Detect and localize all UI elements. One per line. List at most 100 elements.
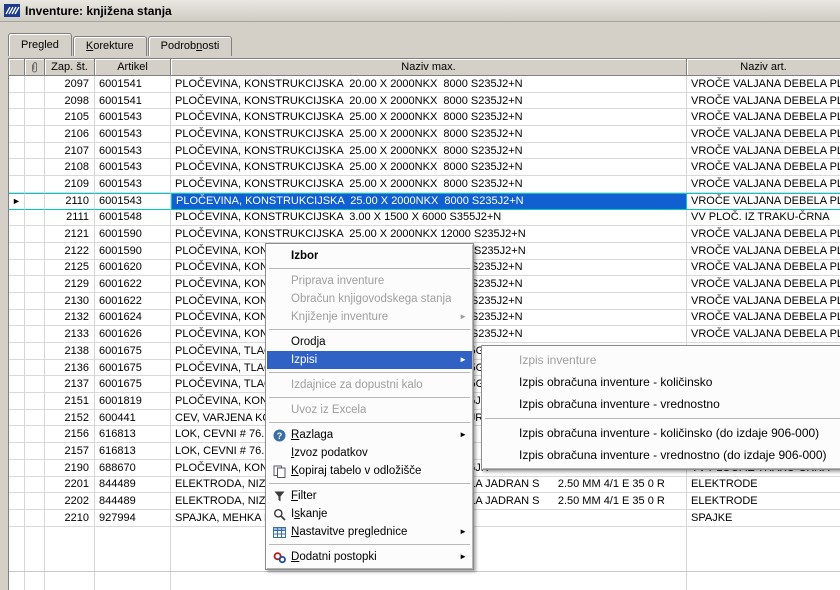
cell-naziv-max[interactable]: PLOČEVINA, KONSTRUKCIJSKA 25.00 X 2000NK… xyxy=(171,176,687,193)
row-marker-cell[interactable] xyxy=(9,209,25,227)
cell-zap-st[interactable]: 2111 xyxy=(45,209,95,227)
cell-artikel[interactable]: 6001543 xyxy=(95,126,171,143)
row-marker-cell[interactable] xyxy=(9,393,25,410)
tab-podrobnosti[interactable]: Podrobnosti xyxy=(147,36,233,56)
row-marker-cell[interactable] xyxy=(9,476,25,494)
table-row[interactable]: 2105 6001543 PLOČEVINA, KONSTRUKCIJSKA 25.… xyxy=(9,109,840,127)
cell-naziv-art[interactable]: VROČE VALJANA DEBELA PLO xyxy=(687,259,840,277)
table-row[interactable]: 2097 6001541 PLOČEVINA, KONSTRUKCIJSKA 20.… xyxy=(9,76,840,93)
cell-zap-st[interactable]: 2097 xyxy=(45,76,95,93)
cell-artikel[interactable]: 6001543 xyxy=(95,192,171,210)
cell-zap-st[interactable]: 2121 xyxy=(45,226,95,243)
attachment-cell[interactable] xyxy=(25,242,45,260)
cell-zap-st[interactable]: 2152 xyxy=(45,409,95,427)
cell-naziv-art[interactable]: ELEKTRODE xyxy=(687,493,840,510)
context-menu-item[interactable]: ? Razlaga ► xyxy=(267,426,472,444)
attachment-cell[interactable] xyxy=(25,176,45,193)
cell-naziv-max[interactable]: PLOČEVINA, KONSTRUKCIJSKA 25.00 X 2000NK… xyxy=(171,192,687,210)
cell-artikel[interactable]: 6001541 xyxy=(95,92,171,110)
attachment-cell[interactable] xyxy=(25,343,45,360)
cell-zap-st[interactable]: 2109 xyxy=(45,176,95,193)
cell-artikel[interactable]: 616813 xyxy=(95,426,171,444)
row-marker-cell[interactable] xyxy=(9,159,25,177)
attachment-cell[interactable] xyxy=(25,109,45,127)
attachment-cell[interactable] xyxy=(25,159,45,177)
table-row[interactable]: 2107 6001543 PLOČEVINA, KONSTRUKCIJSKA 25.… xyxy=(9,142,840,160)
table-row[interactable]: 2106 6001543 PLOČEVINA, KONSTRUKCIJSKA 25.… xyxy=(9,126,840,143)
row-marker-cell[interactable] xyxy=(9,443,25,460)
cell-artikel[interactable]: 6001543 xyxy=(95,142,171,160)
attachment-cell[interactable] xyxy=(25,393,45,410)
row-marker-cell[interactable] xyxy=(9,259,25,277)
cell-zap-st[interactable]: 2201 xyxy=(45,476,95,494)
cell-zap-st[interactable]: 2106 xyxy=(45,126,95,143)
paperclip-icon[interactable] xyxy=(25,59,45,76)
attachment-cell[interactable] xyxy=(25,493,45,510)
context-menu-item[interactable]: Kopiraj tabelo v odložišče xyxy=(267,462,472,480)
row-marker-cell[interactable] xyxy=(9,276,25,293)
cell-artikel[interactable]: 6001543 xyxy=(95,159,171,177)
header-naziv-max[interactable]: Naziv max. xyxy=(171,59,687,76)
cell-naziv-art[interactable]: ELEKTRODE xyxy=(687,476,840,494)
tab-pregled[interactable]: Pregled xyxy=(8,33,72,56)
cell-naziv-art[interactable]: VROČE VALJANA DEBELA PLO xyxy=(687,192,840,210)
cell-artikel[interactable]: 6001675 xyxy=(95,343,171,360)
row-marker-cell[interactable] xyxy=(9,459,25,477)
row-marker-cell[interactable] xyxy=(9,126,25,143)
cell-artikel[interactable]: 688670 xyxy=(95,459,171,477)
cell-artikel[interactable]: 6001543 xyxy=(95,176,171,193)
context-menu-item[interactable]: Izbor xyxy=(267,247,472,265)
cell-zap-st[interactable]: 2202 xyxy=(45,493,95,510)
row-marker-cell[interactable] xyxy=(9,426,25,444)
cell-naziv-max[interactable]: PLOČEVINA, KONSTRUKCIJSKA 3.00 X 1500 X … xyxy=(171,209,687,227)
attachment-cell[interactable] xyxy=(25,276,45,293)
cell-naziv-art[interactable]: VROČE VALJANA DEBELA PLO xyxy=(687,242,840,260)
cell-artikel[interactable]: 927994 xyxy=(95,509,171,527)
cell-naziv-max[interactable]: PLOČEVINA, KONSTRUKCIJSKA 25.00 X 2000NK… xyxy=(171,159,687,177)
attachment-cell[interactable] xyxy=(25,376,45,394)
cell-artikel[interactable]: 600441 xyxy=(95,409,171,427)
cell-zap-st[interactable]: 2107 xyxy=(45,142,95,160)
row-marker-cell[interactable] xyxy=(9,309,25,327)
context-menu-item[interactable]: Izpisi ► xyxy=(267,351,472,369)
cell-zap-st[interactable]: 2122 xyxy=(45,242,95,260)
row-marker-cell[interactable] xyxy=(9,343,25,360)
row-marker-cell[interactable] xyxy=(9,226,25,243)
cell-naziv-max[interactable]: PLOČEVINA, KONSTRUKCIJSKA 20.00 X 2000NK… xyxy=(171,76,687,93)
cell-naziv-max[interactable]: PLOČEVINA, KONSTRUKCIJSKA 25.00 X 2000NK… xyxy=(171,109,687,127)
attachment-cell[interactable] xyxy=(25,76,45,93)
cell-naziv-art[interactable]: VROČE VALJANA DEBELA PLO xyxy=(687,76,840,93)
cell-zap-st[interactable]: 2210 xyxy=(45,509,95,527)
cell-naziv-art[interactable]: VV PLOČ. IZ TRAKU-ČRNA xyxy=(687,209,840,227)
cell-zap-st[interactable]: 2157 xyxy=(45,443,95,460)
cell-naziv-art[interactable]: VROČE VALJANA DEBELA PLO xyxy=(687,109,840,127)
cell-artikel[interactable]: 6001590 xyxy=(95,242,171,260)
context-menu-item[interactable]: Iskanje xyxy=(267,505,472,523)
cell-naziv-art[interactable]: SPAJKE xyxy=(687,509,840,527)
cell-zap-st[interactable]: 2151 xyxy=(45,393,95,410)
cell-zap-st[interactable]: 2105 xyxy=(45,109,95,127)
attachment-cell[interactable] xyxy=(25,359,45,377)
table-row[interactable]: 2108 6001543 PLOČEVINA, KONSTRUKCIJSKA 25.… xyxy=(9,159,840,177)
attachment-cell[interactable] xyxy=(25,292,45,310)
context-menu-item[interactable]: Nastavitve preglednice ► xyxy=(267,523,472,541)
table-row[interactable]: 2109 6001543 PLOČEVINA, KONSTRUKCIJSKA 25.… xyxy=(9,176,840,193)
izpisi-submenu-item[interactable]: Izpis obračuna inventure - količinsko (d… xyxy=(483,422,840,444)
cell-naziv-art[interactable]: VROČE VALJANA DEBELA PLO xyxy=(687,142,840,160)
attachment-cell[interactable] xyxy=(25,209,45,227)
cell-naziv-art[interactable]: VROČE VALJANA DEBELA PLO xyxy=(687,126,840,143)
izpisi-submenu-item[interactable]: Izpis obračuna inventure - vrednostno xyxy=(483,393,840,415)
attachment-cell[interactable] xyxy=(25,509,45,527)
context-menu-item[interactable]: Dodatni postopki ► xyxy=(267,548,472,566)
cell-naziv-art[interactable]: VROČE VALJANA DEBELA PLO xyxy=(687,326,840,343)
attachment-cell[interactable] xyxy=(25,309,45,327)
cell-naziv-art[interactable]: VROČE VALJANA DEBELA PLO xyxy=(687,159,840,177)
row-marker-cell[interactable] xyxy=(9,76,25,93)
header-zap-st[interactable]: Zap. št. xyxy=(45,59,95,76)
header-artikel[interactable]: Artikel xyxy=(95,59,171,76)
current-row-marker[interactable]: ► xyxy=(9,192,25,210)
row-marker-cell[interactable] xyxy=(9,176,25,193)
izpisi-submenu-item[interactable]: Izpis obračuna inventure - vrednostno (d… xyxy=(483,444,840,466)
cell-naziv-art[interactable]: VROČE VALJANA DEBELA PLO xyxy=(687,276,840,293)
cell-artikel[interactable]: 6001541 xyxy=(95,76,171,93)
